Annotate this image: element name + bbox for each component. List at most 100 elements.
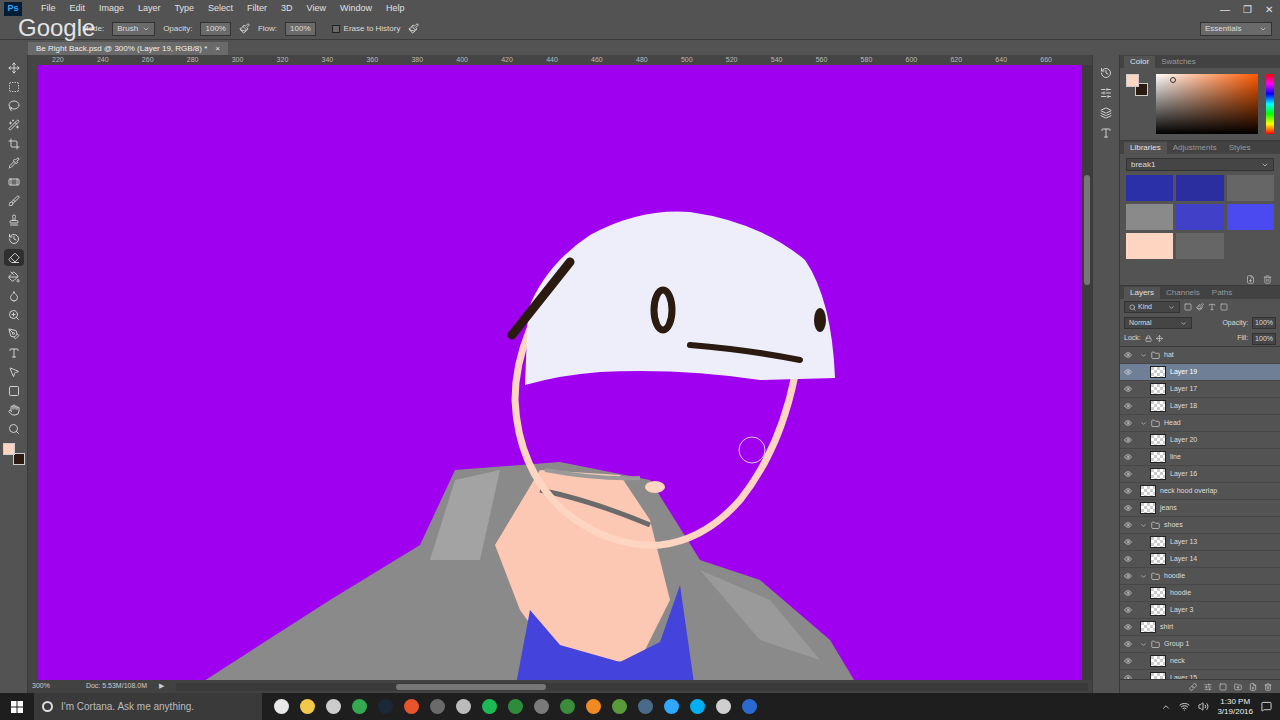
window-control[interactable]: ❐ xyxy=(1236,2,1258,17)
scroll-thumb[interactable] xyxy=(1084,175,1090,285)
status-menu-arrow[interactable]: ▶ xyxy=(159,681,164,692)
visibility-eye-icon[interactable] xyxy=(1124,555,1132,563)
layer-row[interactable]: hoodie xyxy=(1120,568,1280,585)
layer-filter-dropdown[interactable]: Kind xyxy=(1124,301,1180,313)
hue-slider[interactable] xyxy=(1266,74,1274,134)
taskbar-app-icon[interactable] xyxy=(430,699,445,714)
visibility-eye-icon[interactable] xyxy=(1124,385,1132,393)
tool-button[interactable] xyxy=(4,230,24,247)
menu-item[interactable]: Image xyxy=(92,2,131,16)
window-control[interactable]: — xyxy=(1214,2,1236,17)
dock-panel-icon[interactable] xyxy=(1100,87,1112,99)
foreground-color-swatch[interactable] xyxy=(1126,74,1139,87)
menu-item[interactable]: Type xyxy=(168,2,202,16)
visibility-eye-icon[interactable] xyxy=(1124,589,1132,597)
visibility-eye-icon[interactable] xyxy=(1124,368,1132,376)
vertical-scrollbar[interactable] xyxy=(1082,65,1092,680)
taskbar-app-icon[interactable] xyxy=(664,699,679,714)
library-swatch[interactable] xyxy=(1227,204,1274,230)
tool-button[interactable] xyxy=(4,116,24,133)
opacity-field[interactable]: 100% xyxy=(200,22,230,36)
layer-opacity-field[interactable]: 100% xyxy=(1252,317,1276,329)
dock-panel-icon[interactable] xyxy=(1100,107,1112,119)
zoom-level[interactable]: 300% xyxy=(32,681,50,692)
visibility-eye-icon[interactable] xyxy=(1124,538,1132,546)
visibility-eye-icon[interactable] xyxy=(1124,453,1132,461)
taskbar-app-icon[interactable] xyxy=(300,699,315,714)
visibility-eye-icon[interactable] xyxy=(1124,351,1132,359)
layer-action-icon[interactable] xyxy=(1204,683,1212,691)
layer-action-icon[interactable] xyxy=(1234,683,1242,691)
tool-button[interactable] xyxy=(4,344,24,361)
workspace-dropdown[interactable]: Essentials xyxy=(1200,22,1272,36)
taskbar-app-icon[interactable] xyxy=(690,699,705,714)
tool-button[interactable] xyxy=(4,154,24,171)
panel-tab[interactable]: Color xyxy=(1124,56,1155,68)
trash-icon[interactable] xyxy=(1263,275,1272,284)
color-picker-marker[interactable] xyxy=(1170,77,1176,83)
taskbar-app-icon[interactable] xyxy=(742,699,757,714)
tool-button[interactable] xyxy=(4,78,24,95)
layer-fill-field[interactable]: 100% xyxy=(1252,333,1276,345)
layer-row[interactable]: Layer 20 xyxy=(1120,432,1280,449)
tool-button[interactable] xyxy=(4,420,24,437)
layer-action-icon[interactable] xyxy=(1249,683,1257,691)
network-icon[interactable] xyxy=(1179,701,1190,712)
library-swatch[interactable] xyxy=(1176,233,1223,259)
visibility-eye-icon[interactable] xyxy=(1124,487,1132,495)
expand-arrow-icon[interactable] xyxy=(1140,641,1147,648)
flow-field[interactable]: 100% xyxy=(285,22,315,36)
tool-button[interactable] xyxy=(4,363,24,380)
library-swatch[interactable] xyxy=(1126,233,1173,259)
menu-item[interactable]: File xyxy=(34,2,63,16)
start-button[interactable] xyxy=(0,701,34,713)
taskbar-app-icon[interactable] xyxy=(274,699,289,714)
notifications-icon[interactable] xyxy=(1261,701,1272,712)
taskbar-app-icon[interactable] xyxy=(612,699,627,714)
taskbar-app-icon[interactable] xyxy=(378,699,393,714)
cortana-search[interactable]: I'm Cortana. Ask me anything. xyxy=(34,693,262,720)
layer-row[interactable]: Layer 15 xyxy=(1120,670,1280,679)
taskbar-app-icon[interactable] xyxy=(560,699,575,714)
menu-item[interactable]: Window xyxy=(333,2,379,16)
taskbar-app-icon[interactable] xyxy=(456,699,471,714)
dock-panel-icon[interactable] xyxy=(1100,127,1112,139)
menu-item[interactable]: 3D xyxy=(274,2,300,16)
layer-row[interactable]: jeans xyxy=(1120,500,1280,517)
pressure-opacity-icon[interactable] xyxy=(239,23,250,34)
scroll-thumb[interactable] xyxy=(396,684,546,690)
dock-panel-icon[interactable] xyxy=(1100,67,1112,79)
window-control[interactable]: ✕ xyxy=(1258,2,1280,17)
layer-row[interactable]: Layer 16 xyxy=(1120,466,1280,483)
layer-row[interactable]: shoes xyxy=(1120,517,1280,534)
expand-arrow-icon[interactable] xyxy=(1140,420,1147,427)
taskbar-app-icon[interactable] xyxy=(508,699,523,714)
visibility-eye-icon[interactable] xyxy=(1124,470,1132,478)
visibility-eye-icon[interactable] xyxy=(1124,640,1132,648)
pressure-size-icon[interactable] xyxy=(408,23,419,34)
taskbar-app-icon[interactable] xyxy=(716,699,731,714)
visibility-eye-icon[interactable] xyxy=(1124,623,1132,631)
canvas[interactable] xyxy=(38,65,1082,680)
new-item-icon[interactable] xyxy=(1246,275,1255,284)
erase-to-history-checkbox[interactable]: Erase to History xyxy=(332,23,401,35)
panel-tab[interactable]: Libraries xyxy=(1124,142,1167,154)
tray-expand-icon[interactable] xyxy=(1161,702,1171,712)
visibility-eye-icon[interactable] xyxy=(1124,606,1132,614)
layer-row[interactable]: Group 1 xyxy=(1120,636,1280,653)
layer-row[interactable]: Layer 18 xyxy=(1120,398,1280,415)
mode-dropdown[interactable]: Brush xyxy=(112,22,155,36)
library-swatch[interactable] xyxy=(1176,175,1223,201)
layer-action-icon[interactable] xyxy=(1219,683,1227,691)
taskbar-app-icon[interactable] xyxy=(482,699,497,714)
visibility-eye-icon[interactable] xyxy=(1124,504,1132,512)
menu-item[interactable]: Select xyxy=(201,2,240,16)
menu-item[interactable]: View xyxy=(300,2,333,16)
panel-tab[interactable]: Layers xyxy=(1124,287,1160,299)
close-tab-button[interactable]: × xyxy=(215,42,220,55)
panel-tab[interactable]: Paths xyxy=(1206,287,1238,299)
volume-icon[interactable] xyxy=(1198,701,1209,712)
tool-button[interactable] xyxy=(4,97,24,114)
visibility-eye-icon[interactable] xyxy=(1124,402,1132,410)
visibility-eye-icon[interactable] xyxy=(1124,436,1132,444)
